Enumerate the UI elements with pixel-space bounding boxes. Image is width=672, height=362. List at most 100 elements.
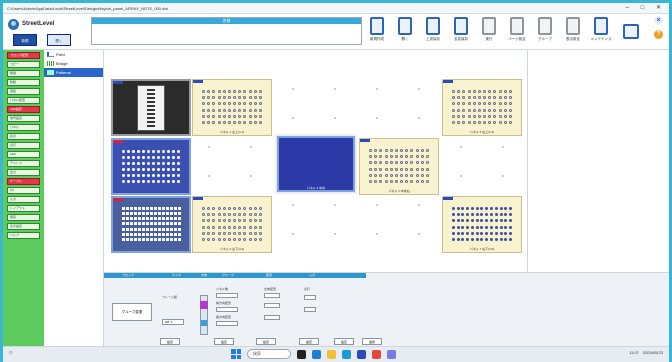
sidebar-item[interactable]: コピー [7,61,40,68]
system-tray[interactable]: 11:07 2024/05/23 [629,350,663,355]
panel-tile[interactable] [111,196,191,253]
led-dot [467,102,471,106]
led-dot [233,219,237,223]
panel-tile[interactable]: パネル 5 右上(1,5) [442,79,522,136]
sidebar-item[interactable]: パネル配置 [7,97,40,104]
led-dot [504,225,508,229]
export-icon[interactable] [623,24,639,39]
sidebar-item[interactable]: アドレス [7,160,40,167]
new-button[interactable]: 新規作成 [365,17,389,46]
window-controls[interactable]: – □ ✕ [626,3,666,13]
led-dot [169,217,173,221]
panel-caption: パネル 6 左下(3,2) [219,247,245,251]
set-button[interactable]: 設定 [160,338,180,345]
new-mode-button[interactable]: 新規 [13,34,37,46]
grid-dot [376,233,378,235]
run-button[interactable]: 実行 [477,17,501,46]
panel-count-field[interactable] [216,293,238,298]
sidebar-item[interactable]: 移動 [7,79,40,86]
run-icon [482,17,496,35]
sidebar-item[interactable]: 保存 [7,214,40,221]
sidebar-item[interactable]: PC [7,187,40,194]
save-button[interactable]: 上書保存 [421,17,445,46]
led-dot [415,148,419,152]
sidebar-item[interactable]: レイアウト [7,205,40,212]
close-icon[interactable]: × [654,16,663,25]
led-dot [498,89,502,93]
panel-tile[interactable]: パネル 6 左下(3,2) [192,196,272,253]
group-change-button[interactable]: グループ変更 [112,303,152,321]
save-as-button[interactable]: 名前保存 [449,17,473,46]
overall-field-2[interactable] [264,303,280,308]
led-dot [394,154,398,158]
light-field-2[interactable] [304,307,316,312]
panel-tile[interactable]: パネル 3 中央 [277,136,355,192]
sidebar-item[interactable]: 表示設定 [7,223,40,230]
led-dot [169,222,173,226]
set-button[interactable]: 設定 [256,338,276,345]
display-settings-button[interactable]: 表示設定 [561,17,585,46]
led-dot [503,95,507,99]
layout-canvas[interactable]: パネル 1 左上(1,1) パネル 5 右上(1,5) パネル 3 中央 パネル… [104,50,528,272]
set-button[interactable]: 設定 [334,338,354,345]
open-button[interactable]: 開く [393,17,417,46]
page-settings-button[interactable]: ページ設定 [505,17,529,46]
edge-icon[interactable] [312,349,321,359]
grid-dot [292,88,294,90]
group-button[interactable]: グループ [533,17,557,46]
light-field[interactable] [304,295,316,300]
panel-tile[interactable]: パネル 1 左上(1,1) [192,79,272,136]
app-icon[interactable] [357,349,366,359]
led-dot [227,225,231,229]
sidebar-item[interactable]: 点灯 [7,142,40,149]
store-icon[interactable] [342,349,351,359]
led-dot [483,89,487,93]
tree-node-field[interactable]: Field [44,50,103,59]
sidebar-item[interactable]: LED設定 [7,106,40,113]
set-button[interactable]: 設定 [214,338,234,345]
tree-node-bridge[interactable]: Bridge [44,59,103,68]
sidebar-item[interactable]: 回転 [7,88,40,95]
sidebar-item[interactable]: 表示 [7,133,40,140]
led-dot [457,121,461,125]
led-dot [153,217,157,221]
panel-tile[interactable]: パネル 7 右下(3,5) [442,196,522,253]
sidebar-item[interactable]: パネル [7,124,40,131]
chrome-icon[interactable] [372,349,381,359]
sidebar-item[interactable]: ブロック配置 [7,52,40,59]
settings-icon[interactable] [387,349,396,359]
overall-field-3[interactable] [264,315,280,320]
task-view-icon[interactable] [297,349,306,359]
overall-field[interactable] [264,293,280,298]
vertical-field[interactable] [216,321,238,326]
led-dot [415,161,419,165]
name-field[interactable]: 名前 [91,17,362,45]
apply-button[interactable]: 適用 [362,338,382,345]
horizontal-field[interactable] [216,307,238,312]
led-dot [165,217,169,221]
led-dot [253,102,257,106]
led-dot [142,155,145,159]
sidebar-item[interactable]: LED [7,151,40,158]
set-button[interactable]: 設定 [299,338,319,345]
sidebar-item[interactable]: ケーブル [7,178,40,185]
widgets-icon[interactable]: ☼ [8,350,14,356]
explorer-icon[interactable] [327,349,336,359]
sidebar-item[interactable]: 削除 [7,70,40,77]
sidebar-item[interactable]: 出力 [7,169,40,176]
maintenance-button[interactable]: メンテナンス [589,17,613,46]
help-icon[interactable]: ? [654,30,663,39]
start-icon[interactable] [231,349,241,359]
panel-tile[interactable]: パネル 4 中央右 [359,138,439,195]
open-mode-button[interactable]: 開く [47,34,71,46]
size-value-field[interactable]: WT 1 [162,319,184,325]
sidebar-item[interactable]: 信号設定 [7,115,40,122]
panel-tile[interactable] [111,79,191,136]
app-logo: StreetLevel [8,17,84,31]
panel-tile[interactable] [111,138,191,195]
sidebar-item[interactable]: 入力 [7,196,40,203]
led-dot [451,206,455,210]
sidebar-item[interactable]: ヘルプ [7,232,40,239]
tree-node-patterns[interactable]: Patterns [44,68,103,77]
taskbar-search[interactable]: 検索 [247,349,291,359]
